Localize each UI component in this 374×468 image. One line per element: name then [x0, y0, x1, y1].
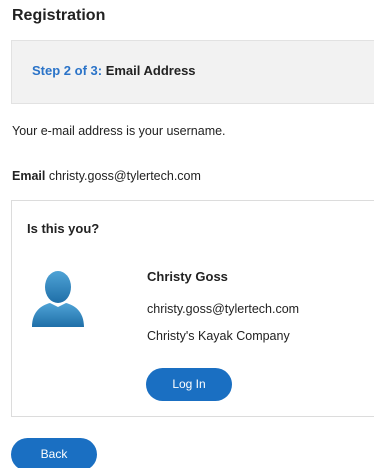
- step-number: Step 2 of 3:: [32, 63, 103, 78]
- back-button[interactable]: Back: [11, 438, 97, 468]
- step-name: Email Address: [105, 63, 196, 78]
- page-title: Registration: [12, 7, 106, 24]
- step-indicator: Step 2 of 3: Email Address: [11, 40, 374, 104]
- user-email: christy.goss@tylertech.com: [147, 302, 300, 316]
- registration-page: Registration Step 2 of 3: Email Address …: [0, 0, 374, 468]
- email-value: christy.goss@tylertech.com: [48, 169, 201, 183]
- user-silhouette-icon: [30, 269, 86, 329]
- email-display: Email christy.goss@tylertech.com: [12, 169, 201, 183]
- email-label: Email: [12, 169, 46, 183]
- step-text: Step 2 of 3: Email Address: [32, 63, 196, 78]
- account-match-card: Is this you? Christy Goss christy.goss@t…: [11, 200, 374, 417]
- user-name: Christy Goss: [147, 269, 228, 284]
- user-company: Christy's Kayak Company: [147, 329, 290, 343]
- login-button[interactable]: Log In: [146, 368, 232, 401]
- card-title: Is this you?: [27, 221, 100, 236]
- username-note: Your e-mail address is your username.: [12, 124, 226, 138]
